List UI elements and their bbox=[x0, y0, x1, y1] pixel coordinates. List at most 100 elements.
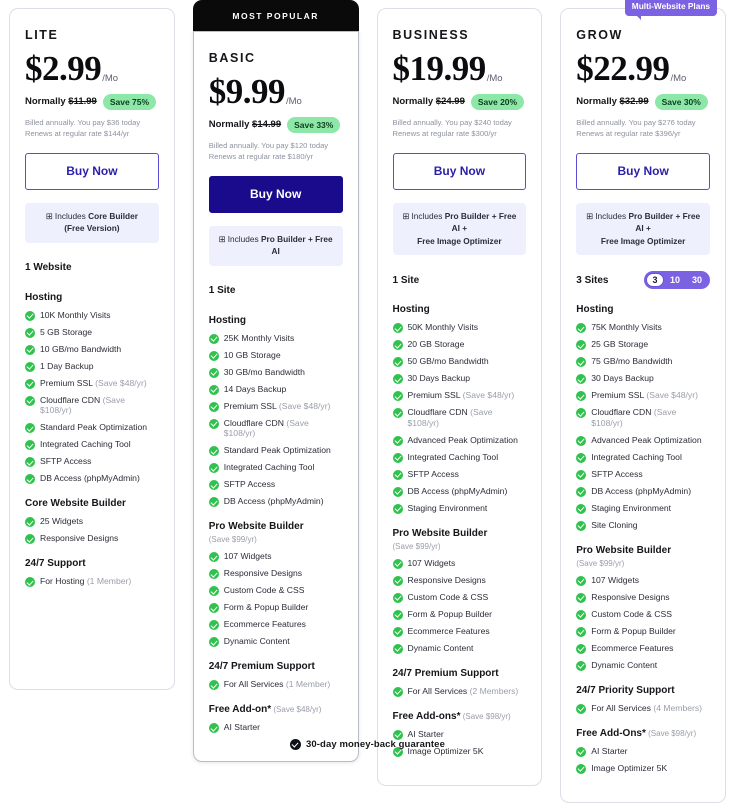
feature-label: SFTP Access bbox=[591, 469, 642, 480]
buy-now-button[interactable]: Buy Now bbox=[392, 152, 527, 190]
feature-text: 107 Widgets bbox=[223, 551, 272, 562]
section-title-text: Free Add-ons* bbox=[392, 710, 461, 722]
check-circle-icon bbox=[25, 517, 35, 528]
sites-count-label: 3 Sites bbox=[576, 274, 609, 286]
feature-label: Image Optimizer 5K bbox=[591, 763, 667, 774]
site-count-toggle[interactable]: 3 10 30 bbox=[643, 271, 710, 290]
plan-price: $22.99 bbox=[576, 49, 670, 88]
feature-section: 24/7 Premium Support For All Services (2 … bbox=[392, 668, 527, 697]
feature-row: SFTP Access bbox=[392, 469, 527, 480]
billing-line-2: Renews at regular rate $180/yr bbox=[208, 151, 314, 161]
feature-text: Dynamic Content bbox=[223, 636, 290, 647]
feature-label: Cloudflare CDN (Save $108/yr) bbox=[591, 407, 710, 428]
plan-card-grow: Multi-Website Plans GROW $22.99/Mo Normally… bbox=[560, 0, 726, 803]
site-count-option-10[interactable]: 10 bbox=[664, 273, 686, 287]
buy-now-button[interactable]: Buy Now bbox=[576, 152, 710, 190]
feature-row: SFTP Access bbox=[25, 456, 159, 468]
feature-section: Free Add-Ons* (Save $98/yr) AI Starter Ima… bbox=[576, 728, 710, 774]
feature-text: 20 GB Storage bbox=[407, 339, 465, 350]
feature-row: 75 GB/mo Bandwidth bbox=[576, 356, 710, 368]
feature-section-title: Pro Website Builder bbox=[576, 545, 710, 556]
check-circle-icon bbox=[208, 620, 219, 631]
pricing-table: LITE $2.99/Mo Normally $11.99 Save 75% Bille… bbox=[0, 0, 735, 803]
sites-count-label: 1 Site bbox=[208, 285, 236, 297]
check-circle-icon bbox=[25, 457, 35, 468]
feature-text: Custom Code & CSS bbox=[407, 591, 489, 602]
buy-now-button[interactable]: Buy Now bbox=[25, 152, 159, 190]
site-count-option-30[interactable]: 30 bbox=[686, 273, 708, 287]
feature-text: Staging Environment bbox=[407, 502, 488, 513]
feature-label: Integrated Caching Tool bbox=[40, 439, 131, 450]
site-count-option-3[interactable]: 3 bbox=[645, 273, 664, 288]
feature-label: Premium SSL (Save $48/yr) bbox=[408, 390, 515, 401]
feature-text: 30 Days Backup bbox=[407, 373, 471, 384]
feature-label: Ecommerce Features bbox=[408, 626, 490, 637]
billing-fineprint: Billed annually. You pay $36 today Renews… bbox=[25, 117, 159, 139]
check-circle-icon bbox=[208, 350, 219, 361]
check-circle-icon bbox=[208, 723, 219, 734]
billing-line-2: Renews at regular rate $396/yr bbox=[576, 128, 681, 138]
check-circle-icon bbox=[208, 586, 219, 597]
feature-text: SFTP Access bbox=[40, 456, 92, 467]
check-circle-icon bbox=[576, 626, 587, 637]
feature-row: 10 GB Storage bbox=[208, 350, 343, 361]
feature-row: 50 GB/mo Bandwidth bbox=[392, 356, 527, 368]
feature-section: Hosting 10K Monthly Visits 5 GB Storage 10 … bbox=[25, 292, 159, 485]
feature-text: Dynamic Content bbox=[407, 642, 474, 653]
includes-product: Pro Builder + Free AI + bbox=[444, 210, 517, 234]
feature-label: Standard Peak Optimization bbox=[224, 445, 331, 456]
feature-label: Dynamic Content bbox=[591, 660, 657, 671]
billing-line-1: Billed annually. You pay $240 today bbox=[392, 117, 512, 127]
feature-label: Ecommerce Features bbox=[591, 643, 673, 654]
feature-section-title: Hosting bbox=[576, 304, 710, 315]
feature-label: Responsive Designs bbox=[408, 575, 486, 586]
section-title-text: Core Website Builder bbox=[25, 498, 126, 510]
feature-label: For All Services (1 Member) bbox=[224, 679, 331, 690]
feature-label: 5 GB Storage bbox=[40, 327, 92, 338]
sites-count-label: 1 Site bbox=[392, 274, 420, 286]
feature-section-title: Core Website Builder bbox=[25, 498, 159, 509]
feature-row: Custom Code & CSS bbox=[208, 585, 343, 597]
feature-label: Premium SSL (Save $48/yr) bbox=[224, 401, 331, 412]
feature-section: 24/7 Support For Hosting (1 Member) bbox=[25, 558, 159, 588]
normally-strikethrough-price: $11.99 bbox=[68, 96, 97, 108]
section-title-text: Pro Website Builder bbox=[576, 544, 672, 556]
feature-label: 10 GB/mo Bandwidth bbox=[40, 344, 121, 355]
check-circle-icon bbox=[25, 310, 35, 321]
feature-label: SFTP Access bbox=[40, 456, 91, 467]
normally-prefix: Normally bbox=[25, 96, 69, 108]
section-title-text: 24/7 Premium Support bbox=[208, 661, 315, 673]
section-title-text: Hosting bbox=[576, 304, 614, 316]
feature-row: 107 Widgets bbox=[208, 551, 343, 563]
feature-text: 25 Widgets bbox=[40, 516, 83, 527]
buy-now-button[interactable]: Buy Now bbox=[208, 175, 343, 213]
feature-row: Cloudflare CDN (Save $108/yr) bbox=[576, 407, 710, 428]
feature-row: Premium SSL (Save $48/yr) bbox=[208, 401, 343, 412]
save-badge: Save 75% bbox=[102, 94, 157, 110]
feature-label: 30 GB/mo Bandwidth bbox=[224, 367, 305, 378]
feature-row: Integrated Caching Tool bbox=[25, 439, 159, 451]
feature-row: Form & Popup Builder bbox=[392, 609, 527, 620]
feature-row: AI Starter bbox=[392, 729, 527, 740]
plan-name: BASIC bbox=[208, 51, 256, 65]
feature-text: 1 Day Backup bbox=[40, 360, 94, 371]
feature-section-subtitle: (Save $99/yr) bbox=[576, 558, 625, 568]
check-circle-icon bbox=[392, 323, 403, 334]
check-circle-icon bbox=[576, 609, 587, 620]
feature-label: Integrated Caching Tool bbox=[591, 452, 682, 463]
feature-row: Responsive Designs bbox=[576, 592, 710, 603]
includes-product-line2: Free Image Optimizer bbox=[417, 235, 502, 246]
check-circle-icon bbox=[392, 391, 403, 402]
feature-label: 10 GB Storage bbox=[224, 350, 281, 361]
check-circle-icon bbox=[208, 446, 219, 457]
feature-row: AI Starter bbox=[208, 722, 343, 734]
feature-row: 1 Day Backup bbox=[25, 361, 159, 372]
normally-row: Normally $32.99 Save 30% bbox=[576, 94, 710, 110]
includes-banner: ⊞ Includes Pro Builder + Free AI bbox=[208, 225, 343, 266]
billing-fineprint: Billed annually. You pay $240 today Renew… bbox=[393, 117, 527, 139]
price-period: /Mo bbox=[286, 96, 302, 107]
billing-line-2: Renews at regular rate $300/yr bbox=[392, 128, 497, 138]
feature-section: Pro Website Builder (Save $99/yr) 107 Widg… bbox=[208, 521, 343, 648]
feature-text: Ecommerce Features bbox=[591, 642, 674, 653]
normally-price: Normally $32.99 bbox=[576, 96, 648, 107]
